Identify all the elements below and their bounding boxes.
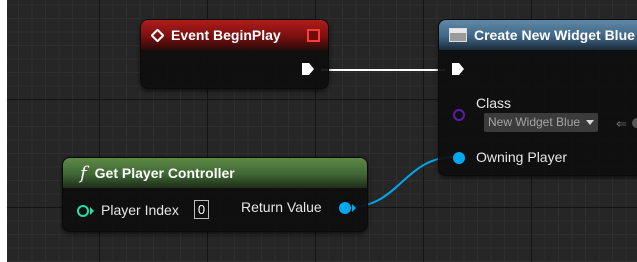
class-pin[interactable] — [453, 109, 465, 121]
player-index-arrow-icon — [90, 207, 94, 215]
use-selected-asset-arrow-icon[interactable]: ⇐ — [616, 116, 627, 132]
delegate-square-icon[interactable] — [307, 29, 320, 42]
event-diamond-icon — [150, 27, 165, 43]
return-value-label: Return Value — [241, 199, 322, 215]
player-index-input[interactable]: 0 — [194, 200, 209, 219]
event-begin-play-header[interactable]: Event BeginPlay — [141, 20, 328, 50]
get-player-controller-title: Get Player Controller — [94, 165, 235, 181]
get-player-controller-node[interactable]: f Get Player Controller Player Index 0 R… — [62, 157, 368, 232]
event-begin-play-title: Event BeginPlay — [171, 27, 281, 43]
return-value-pin[interactable] — [339, 202, 351, 214]
exec-out-pin[interactable] — [301, 62, 315, 76]
blueprint-graph-canvas[interactable]: Event BeginPlay Create New Widget Blue C… — [7, 0, 637, 262]
class-dropdown[interactable]: New Widget Blue — [484, 113, 599, 132]
return-value-arrow-icon — [352, 204, 356, 212]
widget-blueprint-icon — [449, 28, 467, 42]
class-dropdown-value: New Widget Blue — [488, 115, 581, 129]
function-f-icon: f — [80, 162, 87, 184]
create-widget-node[interactable]: Create New Widget Blue Class New Widget … — [438, 19, 637, 176]
player-index-label: Player Index — [101, 202, 179, 218]
player-index-pin[interactable] — [77, 205, 89, 217]
exec-in-pin[interactable] — [451, 62, 465, 76]
browse-asset-icon[interactable] — [632, 118, 637, 128]
owning-player-pin[interactable] — [453, 152, 465, 164]
class-label: Class — [476, 95, 512, 111]
create-widget-title: Create New Widget Blue — [474, 27, 635, 43]
event-begin-play-node[interactable]: Event BeginPlay — [140, 19, 329, 89]
chevron-down-icon — [586, 120, 595, 126]
owning-player-label: Owning Player — [476, 149, 568, 165]
get-player-controller-header[interactable]: f Get Player Controller — [63, 158, 367, 188]
create-widget-header[interactable]: Create New Widget Blue — [439, 20, 637, 50]
